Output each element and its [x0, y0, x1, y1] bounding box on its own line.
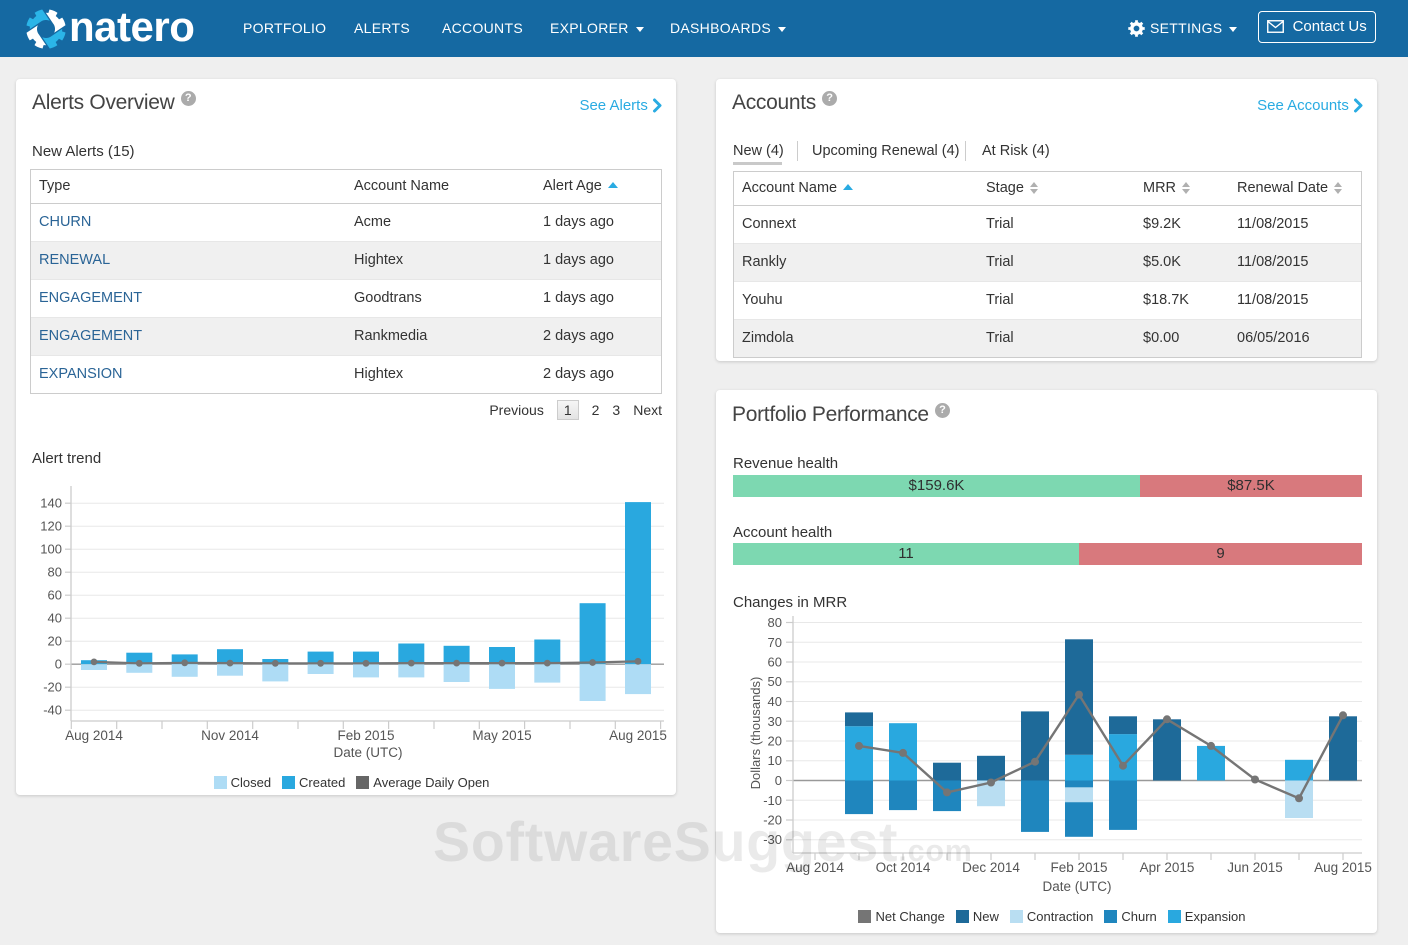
- svg-text:80: 80: [48, 565, 62, 580]
- svg-text:30: 30: [768, 714, 782, 729]
- svg-text:100: 100: [40, 542, 62, 557]
- svg-text:60: 60: [48, 588, 62, 603]
- svg-text:20: 20: [48, 634, 62, 649]
- svg-text:40: 40: [48, 611, 62, 626]
- svg-text:Feb 2015: Feb 2015: [1050, 860, 1107, 875]
- svg-text:-30: -30: [763, 832, 782, 847]
- svg-text:Oct 2014: Oct 2014: [876, 860, 931, 875]
- svg-text:Dec 2014: Dec 2014: [962, 860, 1020, 875]
- svg-text:0: 0: [775, 773, 782, 788]
- svg-text:Date (UTC): Date (UTC): [1042, 879, 1111, 894]
- svg-text:Aug 2014: Aug 2014: [65, 728, 123, 743]
- svg-text:Aug 2014: Aug 2014: [786, 860, 844, 875]
- svg-text:60: 60: [768, 655, 782, 670]
- svg-text:Date (UTC): Date (UTC): [333, 745, 402, 760]
- svg-text:-20: -20: [763, 813, 782, 828]
- svg-text:-10: -10: [763, 793, 782, 808]
- svg-text:140: 140: [40, 496, 62, 511]
- svg-text:20: 20: [768, 734, 782, 749]
- svg-text:Apr 2015: Apr 2015: [1140, 860, 1195, 875]
- svg-text:Dollars (thousands): Dollars (thousands): [748, 677, 763, 790]
- svg-text:Feb 2015: Feb 2015: [337, 728, 394, 743]
- svg-text:Aug 2015: Aug 2015: [609, 728, 667, 743]
- svg-text:Aug 2015: Aug 2015: [1314, 860, 1372, 875]
- svg-text:70: 70: [768, 635, 782, 650]
- svg-text:120: 120: [40, 519, 62, 534]
- svg-text:Jun 2015: Jun 2015: [1227, 860, 1283, 875]
- svg-text:10: 10: [768, 753, 782, 768]
- svg-text:-20: -20: [43, 680, 62, 695]
- svg-text:Nov 2014: Nov 2014: [201, 728, 259, 743]
- svg-text:-40: -40: [43, 703, 62, 718]
- svg-text:80: 80: [768, 615, 782, 630]
- svg-text:50: 50: [768, 674, 782, 689]
- svg-text:May 2015: May 2015: [472, 728, 531, 743]
- svg-text:40: 40: [768, 694, 782, 709]
- svg-text:0: 0: [55, 657, 62, 672]
